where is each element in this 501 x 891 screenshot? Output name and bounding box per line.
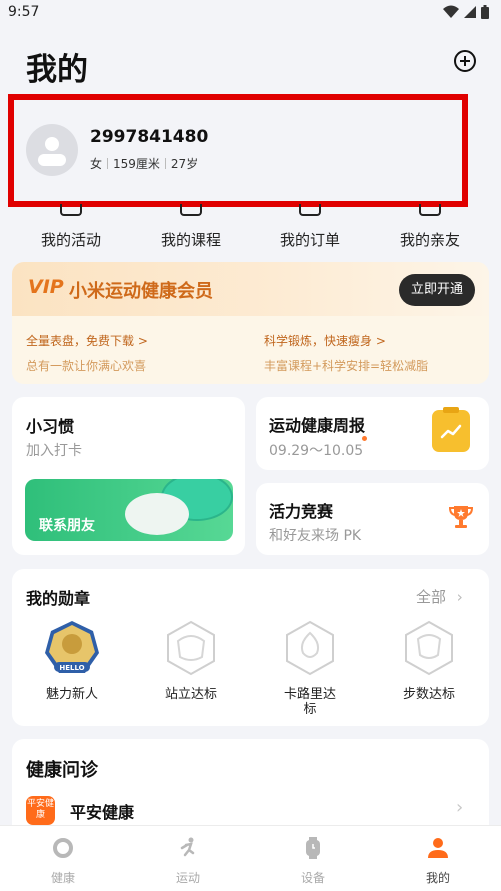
weekly-report-title: 运动健康周报 — [269, 416, 366, 435]
watch-icon — [306, 837, 320, 859]
gender: 女 — [90, 157, 103, 171]
vip-benefit-training[interactable]: 科学锻炼，快速瘦身 > 丰富课程+科学安排=轻松减脂 — [264, 332, 428, 374]
vip-card[interactable]: VIP 小米运动健康会员 立即开通 全量表盘，免费下载 > 总有一款让你满心欢喜… — [12, 262, 489, 384]
chevron-right-icon: › — [456, 588, 463, 606]
new-dot-badge — [362, 436, 367, 441]
health-consult-title: 健康问诊 — [26, 760, 98, 781]
medal-label: 魅力新人 — [45, 687, 98, 702]
status-icons — [443, 5, 489, 19]
height: 159厘米 — [113, 157, 160, 171]
bottom-tab-bar: 健康 运动 设备 我的 — [0, 825, 501, 891]
tab-exercise[interactable]: 运动 — [158, 836, 218, 886]
tab-mine[interactable]: 我的 — [408, 836, 468, 886]
tab-health[interactable]: 健康 — [33, 836, 93, 886]
page-title: 我的 — [26, 52, 88, 88]
health-ring-icon — [53, 838, 73, 858]
health-consult-card: 健康问诊 平安健康 平安健康 › — [12, 739, 489, 839]
medals-all-link[interactable]: 全部 › — [416, 586, 463, 607]
chevron-right-icon[interactable]: › — [456, 797, 463, 818]
medal-calorie-icon — [286, 620, 334, 676]
chat-bubble-icon — [125, 493, 189, 535]
battery-icon — [481, 5, 489, 19]
medal-label: 站立达标 — [164, 687, 217, 702]
medal-item[interactable]: 卡路里达标 — [258, 619, 362, 717]
challenge-title: 活力竞赛 — [269, 502, 334, 521]
challenge-card[interactable]: 活力竞赛 和好友来场 PK — [256, 483, 489, 555]
medal-standing-icon — [167, 620, 215, 676]
trophy-icon — [449, 506, 473, 528]
my-activities-button[interactable]: 我的活动 — [21, 204, 121, 250]
add-icon[interactable] — [454, 50, 476, 72]
age: 27岁 — [170, 157, 199, 171]
medals-card: 我的勋章 全部 › HELLO 魅力新人 站立达标 卡路里达标 步数达标 — [12, 569, 489, 726]
medals-title: 我的勋章 — [26, 589, 91, 608]
status-time: 9:57 — [8, 4, 40, 20]
video-icon — [180, 204, 202, 216]
medal-label: 卡路里达标 — [283, 687, 336, 717]
weekly-report-card[interactable]: 运动健康周报 09.29～10.05 — [256, 397, 489, 470]
report-chart-icon — [432, 407, 470, 452]
receipt-icon — [299, 204, 321, 216]
medal-newcomer-icon: HELLO — [45, 621, 99, 673]
avatar[interactable] — [26, 124, 78, 176]
challenge-subtitle: 和好友来场 PK — [269, 528, 362, 544]
profile-meta: 女 159厘米 27岁 — [90, 155, 198, 172]
person-icon — [428, 838, 448, 858]
weekly-report-dates: 09.29～10.05 — [269, 443, 364, 459]
vip-logo: VIP — [28, 276, 64, 298]
svg-text:HELLO: HELLO — [59, 664, 84, 672]
my-family-button[interactable]: 我的亲友 — [380, 204, 480, 250]
medal-label: 步数达标 — [402, 687, 455, 702]
quick-actions: 我的活动 我的课程 我的订单 我的亲友 — [0, 204, 501, 254]
my-orders-button[interactable]: 我的订单 — [260, 204, 360, 250]
vip-open-button[interactable]: 立即开通 — [399, 274, 475, 306]
habit-title: 小习惯 — [26, 417, 75, 436]
status-bar: 9:57 — [0, 0, 501, 26]
running-icon — [180, 837, 195, 857]
vip-benefit-watchfaces[interactable]: 全量表盘，免费下载 > 总有一款让你满心欢喜 — [26, 332, 148, 374]
flag-icon — [60, 204, 82, 216]
pingan-health-icon: 平安健康 — [26, 796, 55, 825]
my-courses-button[interactable]: 我的课程 — [141, 204, 241, 250]
contact-friends-label: 联系朋友 — [39, 518, 95, 534]
medal-steps-icon — [405, 620, 453, 676]
family-icon — [419, 204, 441, 216]
medal-item[interactable]: 步数达标 — [377, 619, 481, 702]
pingan-health-label[interactable]: 平安健康 — [70, 799, 134, 823]
medal-item[interactable]: 站立达标 — [139, 619, 243, 702]
signal-icon — [464, 6, 476, 18]
medal-item[interactable]: HELLO 魅力新人 — [20, 619, 124, 702]
contact-friends-banner[interactable]: 联系朋友 — [25, 479, 233, 541]
wifi-icon — [443, 5, 459, 18]
vip-title: 小米运动健康会员 — [69, 281, 213, 302]
tab-devices[interactable]: 设备 — [283, 836, 343, 886]
habit-card[interactable]: 小习惯 加入打卡 联系朋友 — [12, 397, 245, 555]
habit-subtitle: 加入打卡 — [26, 443, 82, 459]
profile-card[interactable]: 2997841480 女 159厘米 27岁 — [8, 94, 468, 207]
user-id: 2997841480 — [90, 127, 209, 147]
